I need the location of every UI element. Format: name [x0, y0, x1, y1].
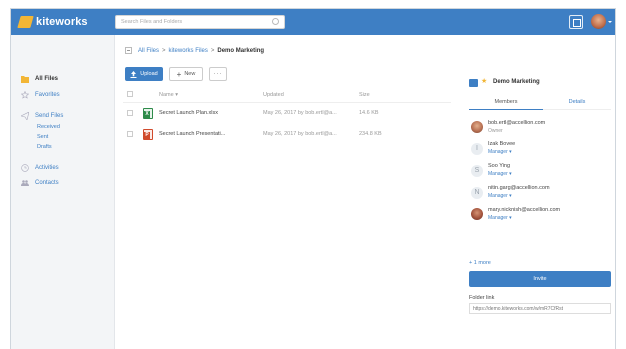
file-size: 14.6 KB — [359, 110, 379, 116]
tab-details[interactable]: Details — [543, 99, 611, 110]
folder-info-icon — [469, 79, 478, 87]
logo-text: kiteworks — [36, 16, 88, 28]
star-icon — [21, 91, 29, 99]
search-input[interactable]: Search Files and Folders — [115, 15, 285, 29]
app-window: kiteworks Search Files and Folders All F… — [10, 8, 616, 349]
file-size: 234.8 KB — [359, 131, 382, 137]
new-button[interactable]: + New — [169, 67, 203, 81]
show-more-members-link[interactable]: + 1 more — [469, 260, 491, 266]
member-name: nitin.garg@accellion.com — [488, 185, 550, 191]
breadcrumb-root[interactable]: All Files — [138, 48, 159, 54]
avatar: N — [471, 187, 483, 199]
member-name: Soo Ying — [488, 163, 511, 169]
details-panel: ★ Demo Marketing Members Details bob.ert… — [463, 35, 615, 349]
sort-down-icon: ▾ — [175, 92, 178, 98]
logo[interactable]: kiteworks — [17, 15, 88, 29]
favorite-star-icon[interactable]: ★ — [481, 77, 487, 85]
contacts-icon — [21, 180, 29, 186]
user-avatar[interactable] — [591, 14, 606, 29]
column-header-name[interactable]: Name ▾ — [159, 92, 178, 98]
column-header-size[interactable]: Size — [359, 92, 370, 98]
file-name[interactable]: Secret Launch Presentati... — [159, 131, 225, 137]
file-updated: May 26, 2017 by bob.ertl@a... — [263, 131, 337, 137]
member-role: Owner — [488, 128, 503, 134]
search-icon[interactable] — [272, 18, 279, 25]
sidebar-item-received[interactable]: Received — [37, 124, 60, 130]
upload-label: Upload — [140, 71, 158, 77]
file-name[interactable]: Secret Launch Plan.xlsx — [159, 110, 218, 116]
select-all-checkbox[interactable] — [127, 91, 133, 97]
sidebar-item-label: All Files — [35, 76, 59, 82]
file-updated: May 26, 2017 by bob.ertl@a... — [263, 110, 337, 116]
breadcrumb-parent[interactable]: kiteworks Files — [169, 48, 208, 54]
chevron-down-icon[interactable] — [608, 21, 612, 23]
collapse-icon[interactable] — [125, 47, 132, 54]
breadcrumb-separator: > — [162, 47, 166, 54]
column-header-updated[interactable]: Updated — [263, 92, 284, 98]
folder-link-field[interactable]: https://demo.kiteworks.com/w/mR7CfRst — [469, 303, 611, 314]
sidebar-item-favorites[interactable]: Favorites — [21, 91, 60, 99]
panel-title: Demo Marketing — [493, 79, 540, 85]
avatar: I — [471, 143, 483, 155]
xlsx-icon: X — [143, 108, 153, 119]
sidebar-item-label: Activities — [35, 165, 59, 171]
breadcrumb: All Files > kiteworks Files > Demo Marke… — [125, 47, 264, 54]
member-role-select[interactable]: Manager ▾ — [488, 193, 512, 199]
sidebar: All Files Favorites Send Files Received … — [11, 35, 115, 349]
clock-icon — [21, 164, 29, 172]
pptx-icon: P — [143, 129, 153, 140]
sidebar-item-label: Contacts — [35, 180, 59, 186]
breadcrumb-separator: > — [210, 47, 215, 54]
sidebar-item-activities[interactable]: Activities — [21, 164, 59, 172]
sidebar-item-label: Send Files — [35, 113, 64, 119]
invite-button[interactable]: Invite — [469, 271, 611, 287]
sidebar-item-send-files[interactable]: Send Files — [21, 112, 63, 120]
upload-button[interactable]: Upload — [125, 67, 163, 81]
top-bar: kiteworks Search Files and Folders — [11, 9, 615, 35]
sidebar-item-all-files[interactable]: All Files — [21, 75, 58, 83]
send-icon — [21, 112, 29, 120]
row-checkbox[interactable] — [127, 110, 133, 116]
member-role-select[interactable]: Manager ▾ — [488, 215, 512, 221]
more-options-button[interactable]: ··· — [209, 67, 227, 81]
avatar — [471, 208, 483, 220]
sidebar-item-contacts[interactable]: Contacts — [21, 179, 59, 187]
member-name: Izak Bovee — [488, 141, 516, 147]
member-name: mary.nicknish@accellion.com — [488, 207, 561, 213]
app-switcher-icon[interactable] — [569, 15, 583, 29]
breadcrumb-current: Demo Marketing — [217, 47, 265, 54]
sidebar-item-sent[interactable]: Sent — [37, 134, 48, 140]
row-checkbox[interactable] — [127, 131, 133, 137]
member-name: bob.ertl@accellion.com — [488, 120, 546, 126]
search-placeholder: Search Files and Folders — [121, 19, 183, 25]
new-label: New — [184, 71, 196, 77]
avatar — [471, 121, 483, 133]
folder-link-label: Folder link — [469, 295, 495, 301]
upload-icon — [130, 70, 137, 78]
member-role-select[interactable]: Manager ▾ — [488, 171, 512, 177]
member-role-select[interactable]: Manager ▾ — [488, 149, 512, 155]
plus-icon: + — [176, 69, 182, 79]
sidebar-item-label: Favorites — [35, 92, 60, 98]
kiteworks-logo-icon — [17, 16, 34, 28]
divider — [123, 102, 451, 103]
sidebar-item-drafts[interactable]: Drafts — [37, 144, 52, 150]
avatar: S — [471, 165, 483, 177]
folder-icon — [21, 76, 29, 83]
tab-members[interactable]: Members — [469, 99, 543, 110]
